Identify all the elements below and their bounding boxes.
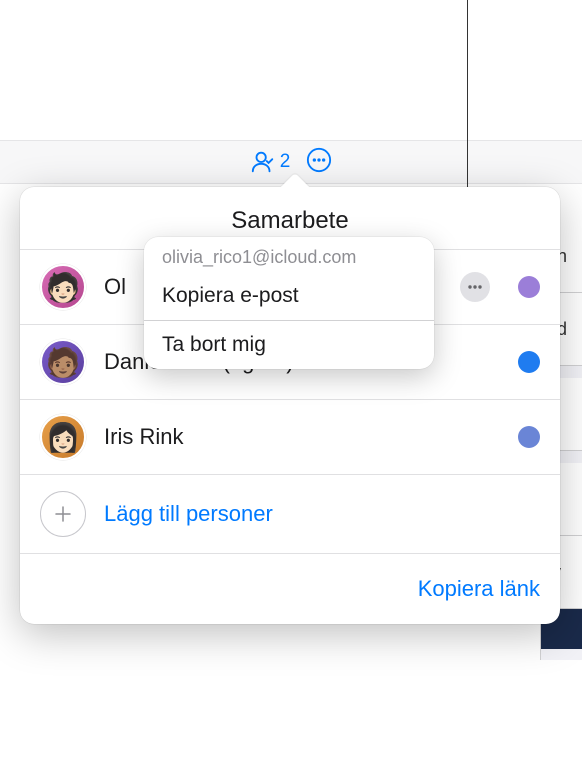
add-people-label: Lägg till personer	[104, 501, 273, 527]
ellipsis-icon	[466, 278, 484, 296]
participant-name: Iris Rink	[104, 424, 490, 450]
more-button[interactable]	[460, 272, 490, 302]
avatar: 🧑🏽	[40, 339, 86, 385]
remove-me-item[interactable]: Ta bort mig	[144, 321, 434, 369]
share-count: 2	[280, 151, 291, 173]
avatar: 👩🏻	[40, 414, 86, 460]
share-button[interactable]: 2	[250, 149, 291, 175]
color-indicator	[518, 276, 540, 298]
color-indicator	[518, 351, 540, 373]
context-menu: olivia_rico1@icloud.com Kopiera e-post T…	[144, 237, 434, 369]
copy-email-item[interactable]: Kopiera e-post	[144, 272, 434, 320]
plus-circle-icon	[40, 491, 86, 537]
person-check-icon	[250, 149, 276, 175]
popover-footer: Kopiera länk	[20, 553, 560, 624]
color-indicator	[518, 426, 540, 448]
participant-row[interactable]: 👩🏻 Iris Rink	[20, 399, 560, 474]
add-people-button[interactable]: Lägg till personer	[20, 474, 560, 553]
ellipsis-circle-icon	[306, 147, 332, 173]
avatar: 🧑🏻	[40, 264, 86, 310]
copy-link-button[interactable]: Kopiera länk	[418, 576, 540, 602]
context-email: olivia_rico1@icloud.com	[144, 237, 434, 272]
more-toolbar-button[interactable]	[306, 147, 332, 178]
